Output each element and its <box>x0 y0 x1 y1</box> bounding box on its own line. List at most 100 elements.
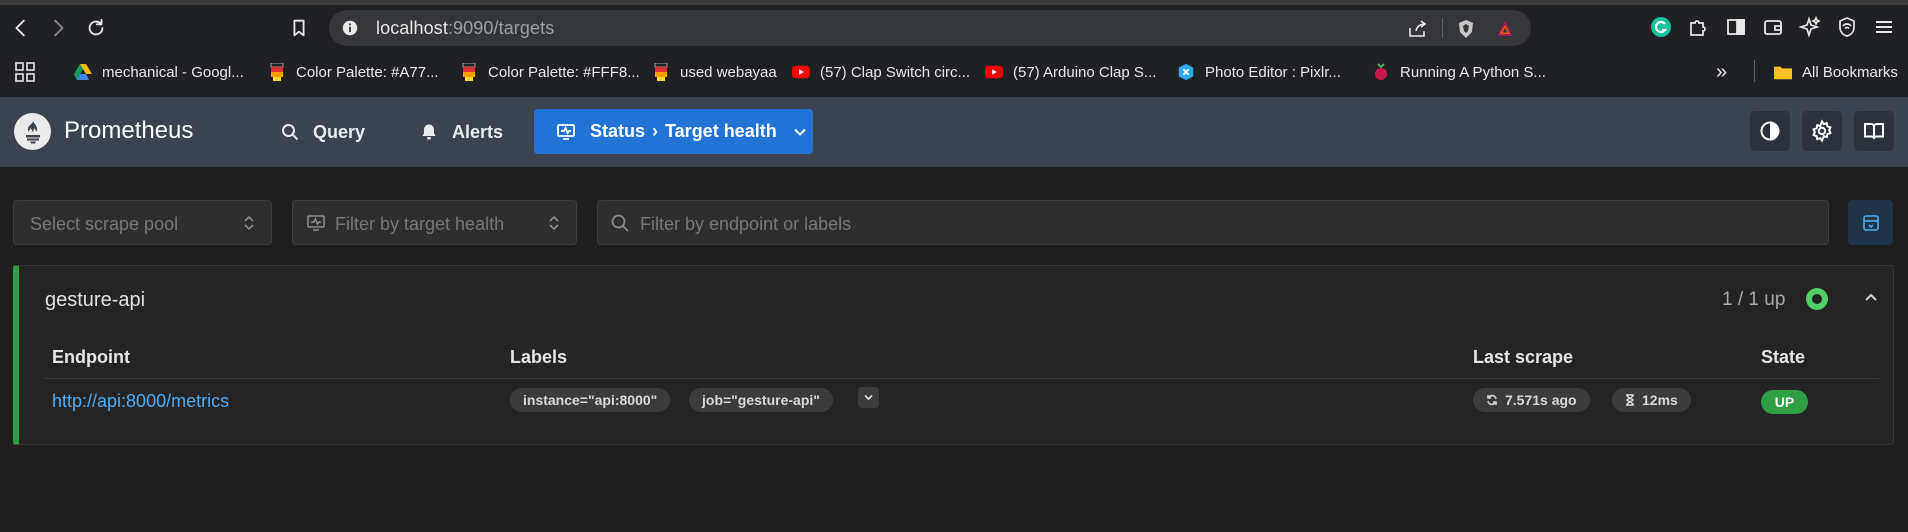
status-label: Status <box>590 121 646 141</box>
selector-arrows-icon <box>549 215 559 231</box>
brave-rewards-icon[interactable] <box>1495 19 1515 39</box>
menu-icon[interactable] <box>1872 15 1896 39</box>
bookmark-item[interactable]: Photo Editor : Pixlr... <box>1177 60 1341 84</box>
bookmark-item[interactable]: (57) Arduino Clap S... <box>985 60 1156 84</box>
settings-button[interactable] <box>1802 111 1842 151</box>
refresh-icon <box>1487 394 1497 406</box>
col-state: State <box>1761 347 1806 367</box>
target-endpoint-link[interactable]: http://api:8000/metrics <box>52 391 229 412</box>
layout-collapse-icon <box>1862 214 1879 231</box>
nav-status-button[interactable]: Status › Target health <box>534 109 813 154</box>
window-top-border <box>0 0 1908 5</box>
pixlr-icon <box>1177 63 1195 81</box>
brave-shield-icon[interactable] <box>1456 19 1476 39</box>
forward-button[interactable] <box>44 14 72 42</box>
bookmark-icon <box>293 19 305 37</box>
bookmarks-bar: mechanical - Googl... Color Palette: #A7… <box>0 54 1908 90</box>
reload-icon <box>88 18 104 36</box>
double-chevron-right-icon: » <box>1716 60 1728 83</box>
vpn-icon[interactable] <box>1835 15 1859 39</box>
extensions-icon[interactable] <box>1686 15 1710 39</box>
share-icon[interactable] <box>1407 19 1427 39</box>
nav-query[interactable]: Query <box>281 119 365 145</box>
last-scrape-value: 7.571s ago <box>1505 392 1577 408</box>
search-icon <box>282 124 299 141</box>
bookmark-item[interactable]: mechanical - Googl... <box>74 60 244 84</box>
label-chip: job="gesture-api" <box>689 388 833 412</box>
target-health-placeholder: Filter by target health <box>335 214 505 234</box>
all-bookmarks-label: All Bookmarks <box>1802 63 1898 81</box>
col-endpoint: Endpoint <box>52 347 130 367</box>
apps-grid-icon <box>15 62 35 82</box>
pool-up-count: 1 / 1 up <box>1722 289 1786 310</box>
pool-collapse-button[interactable] <box>1859 286 1883 310</box>
all-bookmarks-button[interactable]: All Bookmarks <box>1774 60 1898 84</box>
monitor-heartbeat-icon <box>557 123 575 140</box>
bookmark-page-button[interactable] <box>285 14 313 42</box>
collapse-all-button[interactable] <box>1848 200 1893 245</box>
bookmark-label: (57) Arduino Clap S... <box>1013 63 1157 81</box>
app-brand[interactable]: Prometheus <box>64 117 193 145</box>
last-scrape-chip: 7.571s ago <box>1473 388 1590 412</box>
reload-button[interactable] <box>82 14 110 42</box>
chevron-down-icon <box>793 128 806 136</box>
wallet-icon[interactable] <box>1761 15 1785 39</box>
youtube-icon <box>792 63 810 81</box>
forward-arrow-icon <box>54 19 64 37</box>
pool-name: gesture-api <box>45 289 146 311</box>
bookmark-item[interactable]: Running A Python S... <box>1372 60 1546 84</box>
endpoint-search-input[interactable]: Filter by endpoint or labels <box>597 200 1829 245</box>
selector-arrows-icon <box>244 215 254 231</box>
more-bookmarks-button[interactable]: » <box>1716 60 1727 84</box>
browser-chrome: localhost:9090/targets mechanical - Goog… <box>0 0 1908 97</box>
url-host: localhost <box>376 18 448 38</box>
scrape-pool-select[interactable]: Select scrape pool <box>13 200 272 245</box>
bookmark-item[interactable]: (57) Clap Switch circ... <box>792 60 970 84</box>
chevron-up-icon <box>1865 293 1877 301</box>
url-text[interactable]: localhost:9090/targets <box>376 18 554 39</box>
back-button[interactable] <box>7 14 35 42</box>
bell-icon <box>422 124 436 140</box>
bookmark-label: Color Palette: #A77... <box>296 63 439 81</box>
bookmark-item[interactable]: Color Palette: #A77... <box>268 60 439 84</box>
prometheus-logo-icon[interactable] <box>14 113 51 150</box>
book-icon <box>1864 123 1884 140</box>
breadcrumb-chevron-icon: › <box>652 121 659 141</box>
theme-toggle-button[interactable] <box>1750 111 1790 151</box>
grammarly-icon[interactable] <box>1649 15 1673 39</box>
status-page-label: Target health <box>665 121 777 141</box>
documentation-button[interactable] <box>1854 111 1894 151</box>
nav-alerts[interactable]: Alerts <box>420 119 503 145</box>
state-badge: UP <box>1761 390 1808 414</box>
target-health-select[interactable]: Filter by target health <box>292 200 577 245</box>
bookmark-label: Running A Python S... <box>1400 63 1546 81</box>
site-info-icon[interactable] <box>341 19 359 37</box>
scrape-pool-card: gesture-api 1 / 1 up Endpoint Labels Las… <box>13 265 1894 445</box>
bookmark-label: Photo Editor : Pixlr... <box>1205 63 1341 81</box>
bookmark-label: Color Palette: #FFF8... <box>488 63 640 81</box>
gear-icon <box>1812 119 1832 143</box>
col-labels: Labels <box>510 347 568 367</box>
bookmark-label: used webayaa <box>680 63 777 81</box>
youtube-icon <box>985 63 1003 81</box>
address-bar[interactable]: localhost:9090/targets <box>329 10 1531 46</box>
palette-icon <box>652 63 670 81</box>
url-path: :9090/targets <box>447 18 555 38</box>
sidebar-icon[interactable] <box>1724 15 1748 39</box>
apps-button[interactable] <box>14 60 36 84</box>
nav-alerts-label: Alerts <box>452 121 504 142</box>
bookmarks-divider <box>1754 60 1755 82</box>
scrape-pool-placeholder: Select scrape pool <box>30 214 179 234</box>
expand-labels-button[interactable] <box>858 387 879 408</box>
raspberry-icon <box>1372 63 1390 81</box>
leo-ai-icon[interactable] <box>1798 15 1822 39</box>
scrape-duration-chip: 12ms <box>1612 388 1691 412</box>
bookmark-label: (57) Clap Switch circ... <box>820 63 971 81</box>
bookmark-item[interactable]: Color Palette: #FFF8... <box>460 60 640 84</box>
monitor-heartbeat-icon <box>307 215 325 231</box>
prometheus-navbar: Prometheus Query Alerts Status › Target … <box>0 97 1908 167</box>
search-icon <box>611 214 629 232</box>
bookmark-item[interactable]: used webayaa <box>652 60 777 84</box>
contrast-icon <box>1760 121 1780 141</box>
table-header-divider <box>45 378 1879 379</box>
